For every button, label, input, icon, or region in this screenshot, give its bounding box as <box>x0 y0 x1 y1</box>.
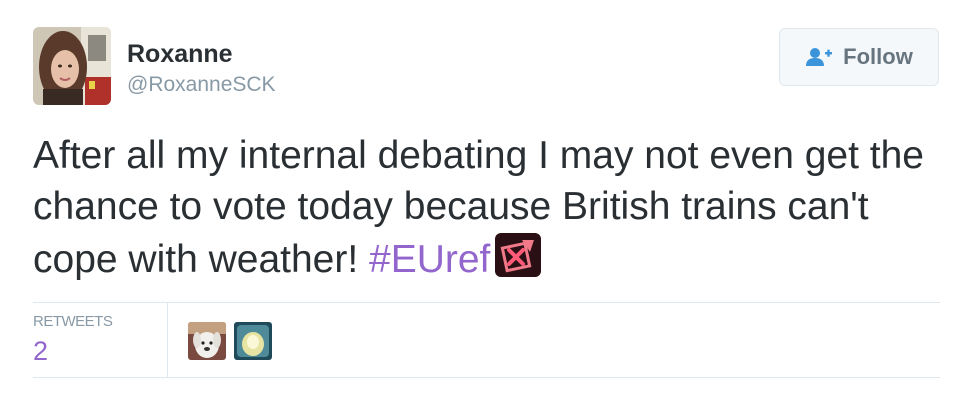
retweeter-avatar-dog[interactable] <box>188 322 226 360</box>
profile-photo-icon <box>33 27 111 105</box>
divider-top <box>33 302 940 303</box>
stats-separator <box>167 302 168 377</box>
author-handle[interactable]: @RoxanneSCK <box>127 72 276 98</box>
tweet-text: After all my internal debating I may not… <box>33 130 933 285</box>
dog-photo-icon <box>188 322 226 360</box>
add-user-icon <box>806 48 833 66</box>
hashtag-link[interactable]: #EUref <box>369 238 490 281</box>
author-avatar[interactable] <box>33 27 111 105</box>
light-photo-icon <box>234 322 272 360</box>
retweets-label: RETWEETS <box>33 313 113 330</box>
divider-bottom <box>33 377 940 378</box>
retweets-count[interactable]: 2 <box>33 336 48 367</box>
tweet-card: Roxanne @RoxanneSCK Follow After all my … <box>0 0 960 400</box>
follow-button[interactable]: Follow <box>779 28 939 86</box>
author-name[interactable]: Roxanne <box>127 40 233 68</box>
follow-button-label: Follow <box>843 44 913 69</box>
retweeter-avatar-light[interactable] <box>234 322 272 360</box>
ballot-box-with-x-icon <box>494 232 542 278</box>
